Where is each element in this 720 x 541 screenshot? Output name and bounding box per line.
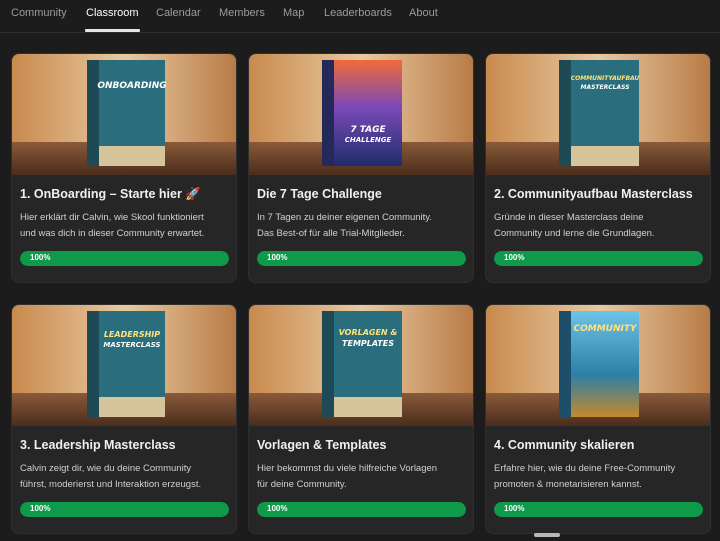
course-box-image: COMMUNITYAUFBAU MASTERCLASS	[486, 54, 710, 175]
course-description-line: In 7 Tagen zu deiner eigenen Community.	[257, 212, 432, 223]
progress-label: 100%	[267, 253, 288, 262]
course-description-line: für deine Community.	[257, 478, 347, 490]
course-card[interactable]: LEADERSHIP MASTERCLASS 3. Leadership Mas…	[11, 304, 237, 534]
progress-bar: 100%	[494, 502, 703, 517]
course-title: 3. Leadership Masterclass	[20, 438, 176, 452]
progress-fill	[494, 251, 703, 266]
course-box-image: VORLAGEN & TEMPLATES	[249, 305, 473, 426]
course-card[interactable]: COMMUNITY 4. Community skalieren Erfahre…	[485, 304, 711, 534]
course-description: Gründe in dieser Masterclass deine Commu…	[494, 210, 706, 241]
course-card[interactable]: ONBOARDING 1. OnBoarding – Starte hier 🚀…	[11, 53, 237, 283]
course-description-line: promoten & monetarisieren kannst.	[494, 478, 642, 490]
tab-members[interactable]: Members	[219, 7, 265, 19]
box-subtitle: MASTERCLASS	[580, 84, 629, 91]
course-description: Calvin zeigt dir, wie du deine Community…	[20, 461, 232, 492]
course-description-line: Hier bekommst du viele hilfreiche Vorlag…	[257, 463, 438, 474]
progress-fill	[257, 502, 466, 517]
course-description: In 7 Tagen zu deiner eigenen Community. …	[257, 210, 469, 241]
course-thumbnail: VORLAGEN & TEMPLATES	[249, 305, 473, 426]
progress-bar: 100%	[257, 502, 466, 517]
course-description-line: Hier erklärt dir Calvin, wie Skool funkt…	[20, 212, 204, 223]
tab-classroom[interactable]: Classroom	[85, 7, 140, 32]
course-description: Hier erklärt dir Calvin, wie Skool funkt…	[20, 210, 232, 241]
progress-label: 100%	[30, 253, 51, 262]
course-description-line: Community und lerne die Grundlagen.	[494, 227, 655, 239]
course-thumbnail: 7 TAGE CHALLENGE	[249, 54, 473, 175]
course-card[interactable]: 7 TAGE CHALLENGE Die 7 Tage Challenge In…	[248, 53, 474, 283]
course-title: 1. OnBoarding – Starte hier 🚀	[20, 187, 201, 201]
progress-bar: 100%	[257, 251, 466, 266]
progress-label: 100%	[504, 253, 525, 262]
course-description-line: und was dich in dieser Community erwarte…	[20, 227, 205, 239]
box-subtitle: MASTERCLASS	[103, 341, 160, 349]
course-thumbnail: LEADERSHIP MASTERCLASS	[12, 305, 236, 426]
progress-bar: 100%	[20, 251, 229, 266]
progress-label: 100%	[30, 504, 51, 513]
progress-fill	[257, 251, 466, 266]
course-box-image: COMMUNITY	[486, 305, 710, 426]
course-card[interactable]: VORLAGEN & TEMPLATES Vorlagen & Template…	[248, 304, 474, 534]
course-box-image: LEADERSHIP MASTERCLASS	[12, 305, 236, 426]
course-description-line: führst, moderierst und Interaktion erzeu…	[20, 478, 202, 490]
course-description-line: Calvin zeigt dir, wie du deine Community	[20, 463, 192, 474]
box-title: VORLAGEN &	[339, 328, 398, 337]
progress-bar: 100%	[20, 502, 229, 517]
course-description: Hier bekommst du viele hilfreiche Vorlag…	[257, 461, 469, 492]
course-title: Die 7 Tage Challenge	[257, 187, 382, 201]
course-thumbnail: COMMUNITY	[486, 305, 710, 426]
course-title: Vorlagen & Templates	[257, 438, 387, 452]
box-subtitle: TEMPLATES	[342, 339, 394, 348]
box-subtitle: CHALLENGE	[345, 136, 392, 144]
box-title: COMMUNITYAUFBAU	[571, 75, 640, 82]
tab-map[interactable]: Map	[283, 7, 304, 19]
tab-leaderboards[interactable]: Leaderboards	[324, 7, 392, 19]
course-card[interactable]: COMMUNITYAUFBAU MASTERCLASS 2. Community…	[485, 53, 711, 283]
top-navigation: Community Classroom Calendar Members Map…	[0, 0, 720, 33]
course-description-line: Erfahre hier, wie du deine Free-Communit…	[494, 463, 676, 474]
box-title: COMMUNITY	[573, 324, 637, 334]
progress-bar: 100%	[494, 251, 703, 266]
course-box-image: ONBOARDING	[12, 54, 236, 175]
course-thumbnail: ONBOARDING	[12, 54, 236, 175]
progress-fill	[494, 502, 703, 517]
progress-label: 100%	[267, 504, 288, 513]
course-title: 4. Community skalieren	[494, 438, 635, 452]
box-title: ONBOARDING	[97, 81, 166, 91]
progress-fill	[20, 251, 229, 266]
course-description-line: Das Best-of für alle Trial-Mitglieder.	[257, 227, 405, 239]
progress-label: 100%	[504, 504, 525, 513]
box-title: 7 TAGE	[350, 125, 386, 135]
course-description: Erfahre hier, wie du deine Free-Communit…	[494, 461, 706, 492]
course-thumbnail: COMMUNITYAUFBAU MASTERCLASS	[486, 54, 710, 175]
progress-fill	[20, 502, 229, 517]
course-box-image: 7 TAGE CHALLENGE	[249, 54, 473, 175]
course-description-line: Gründe in dieser Masterclass deine	[494, 212, 644, 223]
scrollbar-handle[interactable]	[534, 533, 560, 537]
box-title: LEADERSHIP	[104, 330, 160, 339]
course-title: 2. Communityaufbau Masterclass	[494, 187, 693, 201]
tab-calendar[interactable]: Calendar	[156, 7, 201, 19]
tab-community[interactable]: Community	[11, 7, 67, 19]
tab-about[interactable]: About	[409, 7, 438, 19]
